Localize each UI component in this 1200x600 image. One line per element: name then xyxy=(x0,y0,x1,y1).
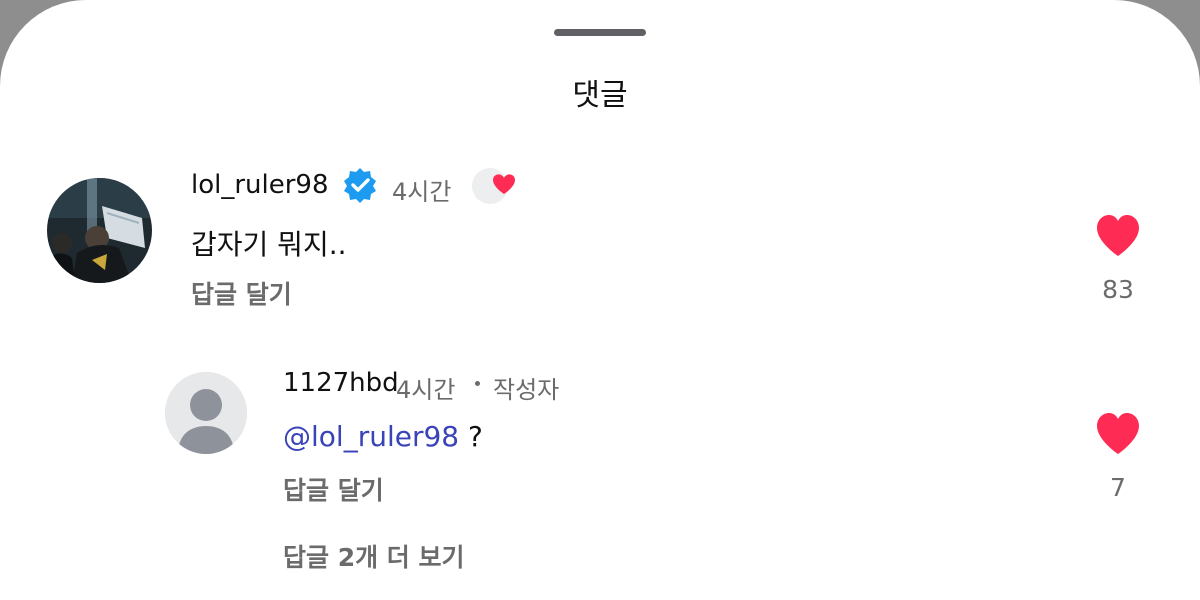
comment-username[interactable]: lol_ruler98 xyxy=(191,170,329,200)
reply-button[interactable]: 답글 달기 xyxy=(283,471,384,507)
like-count: 83 xyxy=(1102,275,1134,304)
creator-liked-icon xyxy=(470,166,536,210)
default-avatar-icon[interactable] xyxy=(165,372,247,454)
reply-time: 4시간 xyxy=(396,376,456,404)
profile-photo-icon[interactable] xyxy=(47,178,152,283)
sheet-grabber[interactable] xyxy=(554,29,646,36)
view-more-replies-button[interactable]: 답글 2개 더 보기 xyxy=(283,538,465,574)
comment-time: 4시간 xyxy=(392,178,452,206)
author-label: 작성자 xyxy=(493,376,560,404)
reply-button[interactable]: 답글 달기 xyxy=(191,275,292,311)
comments-sheet: 댓글 lol_ruler98 4시간 갑자기 뭐지.. 답글 달기 83 112… xyxy=(0,0,1200,600)
reply-username[interactable]: 1127hbd xyxy=(283,368,399,398)
comment-text: 갑자기 뭐지.. xyxy=(191,228,347,261)
sheet-title: 댓글 xyxy=(572,78,628,113)
reply-text: @lol_ruler98 ? xyxy=(283,420,483,453)
like-heart-icon[interactable] xyxy=(1095,412,1141,460)
reply-text-suffix: ? xyxy=(459,420,483,453)
like-count: 7 xyxy=(1110,473,1126,502)
like-heart-icon[interactable] xyxy=(1095,214,1141,262)
separator-dot xyxy=(475,381,480,386)
verified-badge-icon xyxy=(341,166,379,208)
mention-link[interactable]: @lol_ruler98 xyxy=(283,420,459,453)
